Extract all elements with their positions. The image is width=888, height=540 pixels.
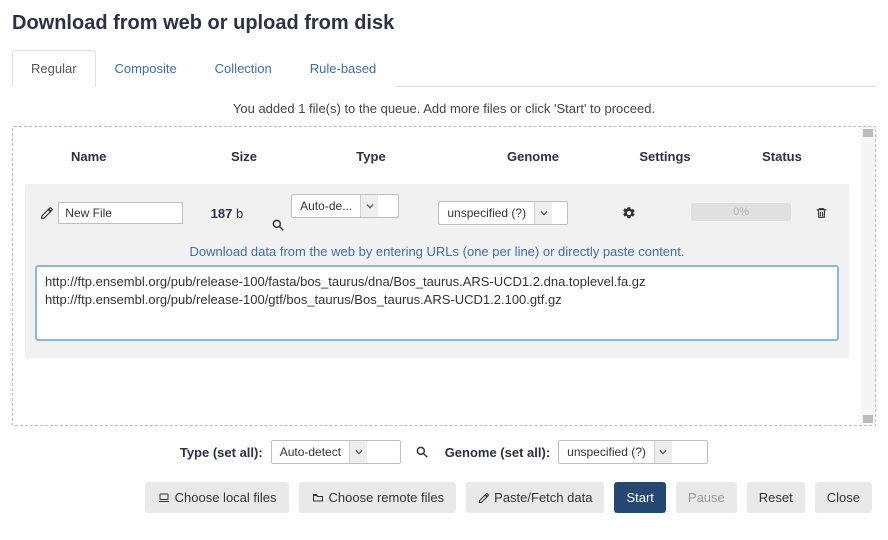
scrollbar-down-icon[interactable] <box>863 415 873 423</box>
tabs-bar: Regular Composite Collection Rule-based <box>12 49 876 87</box>
choose-local-button[interactable]: Choose local files <box>145 482 289 513</box>
url-hint: Download data from the web by entering U… <box>35 244 839 259</box>
queue-header: Name Size Type Genome Settings Status <box>25 139 887 174</box>
file-type-select[interactable]: Auto-de... <box>291 194 399 218</box>
file-name-input[interactable] <box>58 202 183 224</box>
pause-button[interactable]: Pause <box>676 482 737 513</box>
file-genome-select[interactable]: unspecified (?) <box>438 201 568 225</box>
folder-open-icon <box>311 492 325 504</box>
file-entry: 187 b Auto-de... unspecified (?) <box>25 184 849 358</box>
col-name: Name <box>57 141 197 172</box>
progress-bar: 0% <box>691 203 791 221</box>
laptop-icon <box>157 492 171 504</box>
start-button[interactable]: Start <box>614 482 665 513</box>
file-size: 187 b <box>183 206 270 221</box>
chevron-down-icon <box>360 195 378 217</box>
url-textarea[interactable] <box>35 265 839 341</box>
queue-message: You added 1 file(s) to the queue. Add mo… <box>12 95 876 126</box>
genome-set-all-label: Genome (set all): <box>445 445 550 460</box>
col-type: Type <box>291 141 451 172</box>
paste-fetch-button[interactable]: Paste/Fetch data <box>466 482 604 513</box>
trash-icon[interactable] <box>810 201 834 225</box>
chevron-down-icon <box>349 441 367 463</box>
set-all-row: Type (set all): Auto-detect Genome (set … <box>12 440 876 464</box>
tab-collection[interactable]: Collection <box>196 50 291 87</box>
type-set-all-select[interactable]: Auto-detect <box>271 440 401 464</box>
tab-composite[interactable]: Composite <box>96 50 196 87</box>
chevron-down-icon <box>654 441 672 463</box>
type-set-all-label: Type (set all): <box>180 445 263 460</box>
col-size: Size <box>199 141 289 172</box>
tab-regular[interactable]: Regular <box>12 50 96 87</box>
action-row: Choose local files Choose remote files P… <box>12 482 876 513</box>
page-title: Download from web or upload from disk <box>12 12 876 35</box>
col-status: Status <box>717 141 847 172</box>
chevron-down-icon <box>534 202 552 224</box>
upload-panel: Name Size Type Genome Settings Status 18… <box>12 126 876 426</box>
edit-icon[interactable] <box>35 201 58 225</box>
choose-remote-button[interactable]: Choose remote files <box>299 482 457 513</box>
gear-icon[interactable] <box>617 201 641 225</box>
tab-rulebased[interactable]: Rule-based <box>291 50 396 87</box>
edit-icon <box>478 491 490 505</box>
genome-set-all-select[interactable]: unspecified (?) <box>558 440 708 464</box>
reset-button[interactable]: Reset <box>747 482 805 513</box>
panel-scrollbar[interactable] <box>861 127 875 425</box>
col-settings: Settings <box>615 141 715 172</box>
close-button[interactable]: Close <box>815 482 872 513</box>
col-genome: Genome <box>453 141 613 172</box>
scrollbar-up-icon[interactable] <box>863 129 873 137</box>
search-icon[interactable] <box>415 445 429 459</box>
search-icon[interactable] <box>271 218 426 232</box>
